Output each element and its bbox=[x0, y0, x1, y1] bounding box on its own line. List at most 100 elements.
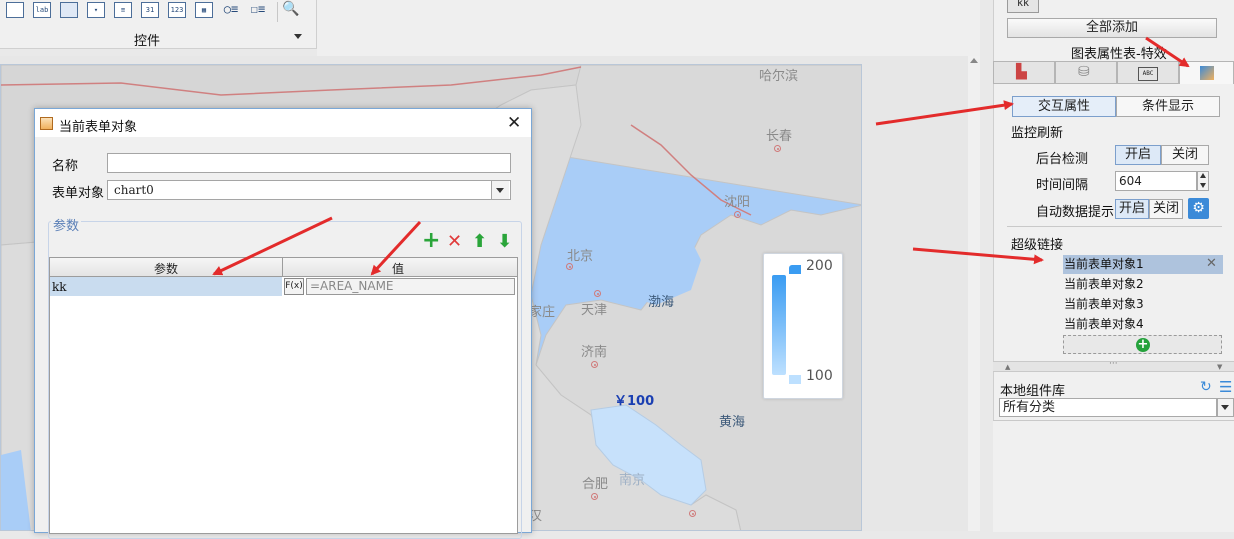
category-select[interactable]: 所有分类 bbox=[999, 398, 1217, 417]
name-label: 名称 bbox=[52, 159, 79, 174]
add-param-icon[interactable]: + bbox=[422, 230, 440, 252]
legend-gradient-bar bbox=[772, 275, 786, 375]
combobox-tool-icon[interactable]: ▾ bbox=[87, 2, 105, 18]
collapse-up-icon[interactable]: ▲ bbox=[1005, 363, 1010, 371]
widget-toolbar: lab ▾ ≡ 31 123 ▦ ○≡ ☐≡ 🔍 控件 bbox=[0, 0, 317, 49]
move-up-icon[interactable]: ⬆ bbox=[472, 233, 487, 251]
hyperlink-item[interactable]: 当前表单对象3 bbox=[1063, 295, 1223, 314]
drag-handle-icon[interactable]: ··· bbox=[1109, 359, 1118, 369]
menu-icon[interactable]: ☰ bbox=[1219, 378, 1232, 396]
chart-style-icon: ▙ bbox=[1016, 64, 1027, 80]
search-tool-icon[interactable]: 🔍 bbox=[282, 2, 300, 18]
library-content-area bbox=[993, 420, 1234, 532]
list-tool-icon[interactable]: ≡ bbox=[114, 2, 132, 18]
tab-effects[interactable] bbox=[1179, 61, 1234, 84]
tab-text[interactable]: ABC bbox=[1117, 61, 1179, 84]
city-dot bbox=[734, 211, 741, 218]
radio-tool-icon[interactable]: ○≡ bbox=[222, 2, 240, 18]
formula-button[interactable]: F(x) bbox=[284, 278, 304, 295]
tab-data[interactable]: ⛁ bbox=[1055, 61, 1117, 84]
panel-title: 图表属性表-特效 bbox=[1071, 47, 1167, 62]
local-library-title: 本地组件库 bbox=[1000, 384, 1066, 399]
toolbar-separator bbox=[277, 2, 278, 22]
params-group-title: 参数 bbox=[51, 215, 82, 234]
move-down-icon[interactable]: ⬇ bbox=[497, 233, 512, 251]
table-row[interactable] bbox=[50, 277, 282, 296]
interval-label: 时间间隔 bbox=[1036, 178, 1089, 193]
number-tool-icon[interactable]: 123 bbox=[168, 2, 186, 18]
hyperlink-item[interactable]: 当前表单对象2 bbox=[1063, 275, 1223, 294]
interval-stepper[interactable] bbox=[1197, 171, 1209, 191]
city-label: 南京 bbox=[619, 473, 646, 488]
java-app-icon bbox=[40, 117, 53, 130]
city-label: 北京 bbox=[567, 249, 594, 264]
city-label: 合肥 bbox=[582, 477, 609, 492]
canvas-vertical-scrollbar[interactable] bbox=[968, 56, 980, 531]
backend-check-label: 后台检测 bbox=[1036, 152, 1089, 167]
add-circle-icon: + bbox=[1136, 337, 1150, 352]
city-dot bbox=[591, 361, 598, 368]
city-dot bbox=[689, 510, 696, 517]
collapse-down-icon[interactable]: ▼ bbox=[1217, 363, 1222, 371]
city-dot bbox=[774, 145, 781, 152]
button-tool-icon[interactable] bbox=[60, 2, 78, 18]
interval-input[interactable]: 604 bbox=[1115, 171, 1197, 191]
city-dot bbox=[594, 290, 601, 297]
auto-tip-off-button[interactable]: 关闭 bbox=[1149, 199, 1183, 219]
city-label: 长春 bbox=[766, 129, 793, 144]
current-form-object-dialog: 当前表单对象 ✕ 名称 表单对象 chart0 参数 + ✕ ⬆ ⬇ 参数 值 … bbox=[34, 108, 532, 539]
delete-param-icon[interactable]: ✕ bbox=[447, 233, 462, 251]
city-dot bbox=[566, 263, 573, 270]
city-label: 天津 bbox=[581, 303, 608, 318]
table-header: 参数 值 bbox=[50, 258, 517, 277]
close-icon[interactable]: ✕ bbox=[507, 113, 521, 133]
effects-icon bbox=[1200, 66, 1214, 80]
chevron-down-icon bbox=[496, 188, 504, 193]
backend-off-button[interactable]: 关闭 bbox=[1161, 145, 1209, 165]
database-icon: ⛁ bbox=[1078, 64, 1090, 80]
monitor-refresh-title: 监控刷新 bbox=[1011, 126, 1064, 141]
remove-hyperlink-icon[interactable]: ✕ bbox=[1206, 256, 1217, 271]
property-tabs: ▙ ⛁ ABC bbox=[993, 61, 1234, 85]
checkbox-tool-icon[interactable]: ☐≡ bbox=[249, 2, 267, 18]
label-tool-icon[interactable]: lab bbox=[33, 2, 51, 18]
column-divider[interactable] bbox=[282, 258, 283, 276]
hyperlink-item[interactable]: 当前表单对象4 bbox=[1063, 315, 1223, 334]
legend-max-value: 200 bbox=[806, 258, 833, 274]
table-tool-icon[interactable]: ▦ bbox=[195, 2, 213, 18]
gear-icon[interactable]: ⚙ bbox=[1188, 198, 1209, 219]
auto-tip-on-button[interactable]: 开启 bbox=[1115, 199, 1149, 219]
refresh-icon[interactable]: ↻ bbox=[1200, 379, 1212, 395]
chevron-down-icon[interactable] bbox=[294, 34, 302, 39]
legend-min-value: 100 bbox=[806, 368, 833, 384]
tab-condition-display[interactable]: 条件显示 bbox=[1116, 96, 1220, 117]
chevron-down-icon bbox=[1221, 405, 1229, 410]
dialog-title: 当前表单对象 bbox=[59, 120, 138, 135]
tab-style[interactable]: ▙ bbox=[993, 61, 1055, 84]
name-input[interactable] bbox=[107, 153, 511, 173]
add-all-button[interactable]: 全部添加 bbox=[1007, 18, 1217, 38]
backend-on-button[interactable]: 开启 bbox=[1115, 145, 1161, 165]
sea-label: 渤海 bbox=[648, 295, 675, 310]
sea-label: 黄海 bbox=[719, 415, 746, 430]
stepper-down-icon[interactable] bbox=[1200, 183, 1206, 188]
form-object-select[interactable]: chart0 bbox=[107, 180, 511, 200]
legend-max-handle[interactable] bbox=[789, 265, 801, 274]
column-header-param[interactable]: 参数 bbox=[154, 260, 178, 277]
legend-min-handle[interactable] bbox=[789, 375, 801, 384]
scroll-up-icon[interactable] bbox=[970, 58, 978, 63]
date-tool-icon[interactable]: 31 bbox=[141, 2, 159, 18]
hyperlink-item[interactable]: 当前表单对象1 bbox=[1063, 255, 1223, 274]
auto-tip-label: 自动数据提示 bbox=[1036, 205, 1115, 220]
param-key-cell[interactable]: kk bbox=[52, 280, 67, 294]
tab-interaction[interactable]: 交互属性 bbox=[1012, 96, 1116, 117]
column-header-value[interactable]: 值 bbox=[392, 260, 404, 277]
param-value-cell[interactable]: =AREA_NAME bbox=[306, 278, 515, 295]
params-table: 参数 值 kk F(x) =AREA_NAME bbox=[49, 257, 518, 534]
city-dot bbox=[591, 493, 598, 500]
textbox-tool-icon[interactable] bbox=[6, 2, 24, 18]
panel-splitter[interactable]: ▲ ··· ▼ bbox=[993, 359, 1234, 372]
stepper-up-icon[interactable] bbox=[1200, 173, 1206, 178]
hyperlink-title: 超级链接 bbox=[1011, 238, 1064, 253]
param-chip[interactable]: kk bbox=[1007, 0, 1039, 13]
